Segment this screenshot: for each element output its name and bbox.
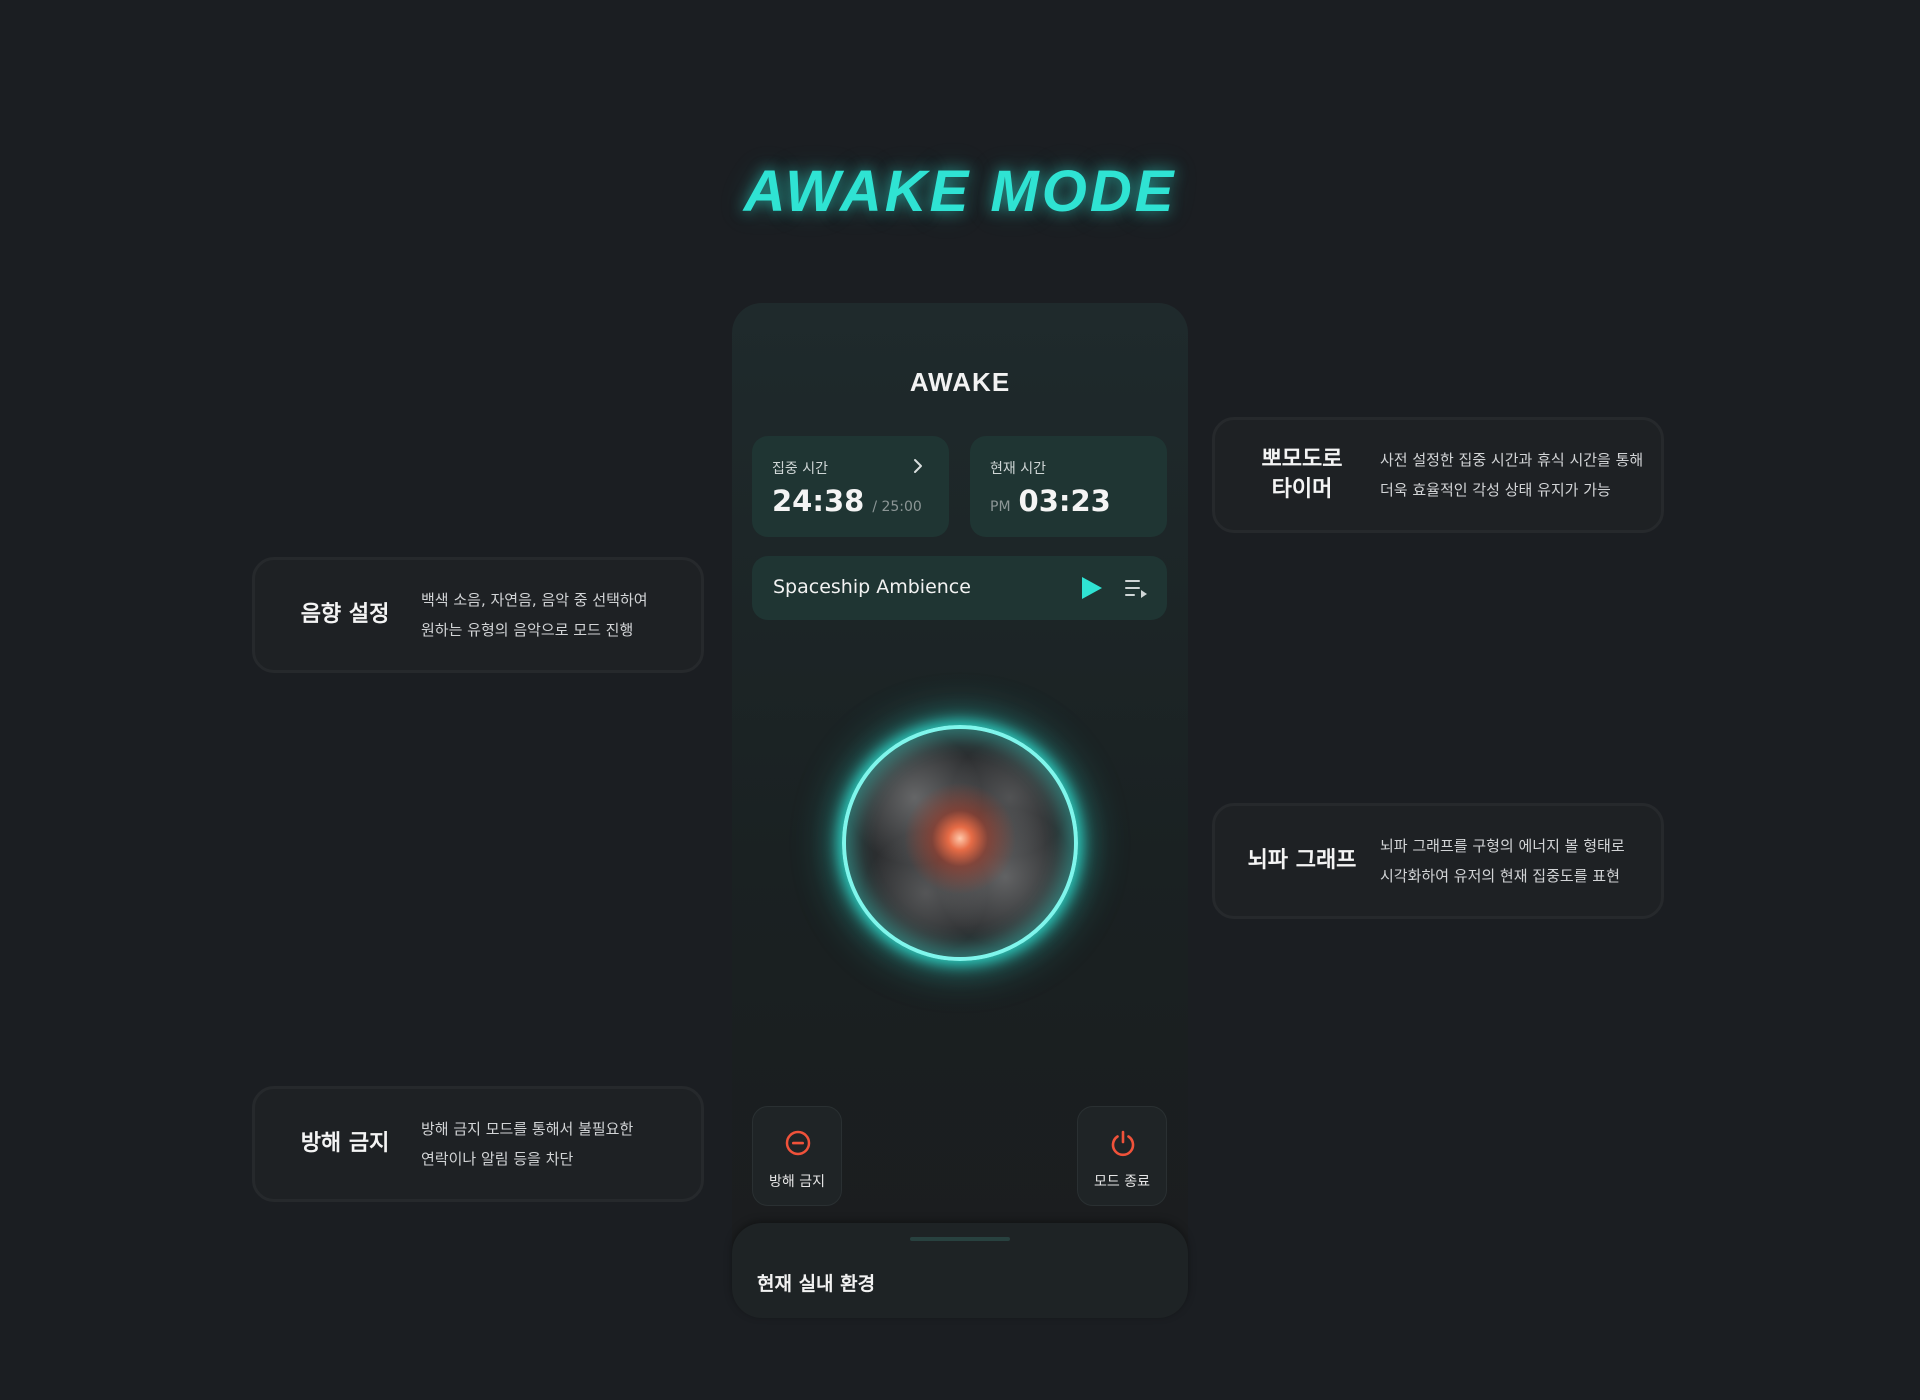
focus-time-card[interactable]: 집중 시간 24:38 / 25:00 xyxy=(752,436,949,537)
brainwave-energy-ball xyxy=(810,693,1110,993)
current-time-card: 현재 시간 PM 03:23 xyxy=(970,436,1167,537)
feature-card-brainwave: 뇌파 그래프 뇌파 그래프를 구형의 에너지 볼 형태로 시각화하여 유저의 현… xyxy=(1212,803,1664,919)
current-time-ampm: PM xyxy=(990,499,1011,515)
page-title: AWAKE MODE xyxy=(743,159,1177,224)
feature-title: 뇌파 그래프 xyxy=(1247,848,1357,873)
power-icon xyxy=(1111,1130,1135,1157)
feature-title: 음향 설정 xyxy=(300,602,390,627)
current-time-clock: 03:23 xyxy=(1018,484,1111,518)
feature-description: 뇌파 그래프를 구형의 에너지 볼 형태로 시각화하여 유저의 현재 집중도를 … xyxy=(1380,837,1625,885)
bottom-sheet[interactable]: 현재 실내 환경 xyxy=(732,1223,1188,1318)
feature-card-sound: 음향 설정 백색 소음, 자연음, 음악 중 선택하여 원하는 유형의 음악으로… xyxy=(252,557,704,673)
chevron-right-icon[interactable] xyxy=(908,456,928,476)
focus-time-elapsed: 24:38 xyxy=(772,484,865,518)
music-player[interactable]: Spaceship Ambience xyxy=(752,556,1167,620)
feature-description: 백색 소음, 자연음, 음악 중 선택하여 원하는 유형의 음악으로 모드 진행 xyxy=(421,591,648,639)
end-mode-label: 모드 종료 xyxy=(1094,1174,1150,1190)
do-not-disturb-label: 방해 금지 xyxy=(769,1174,825,1190)
focus-time-label: 집중 시간 xyxy=(772,461,828,477)
feature-description: 방해 금지 모드를 통해서 불필요한 연락이나 알림 등을 차단 xyxy=(421,1120,634,1168)
feature-title: 방해 금지 xyxy=(300,1131,390,1156)
current-time-value: PM 03:23 xyxy=(990,484,1111,518)
app-logo: AWAKE xyxy=(909,367,1011,397)
do-not-disturb-icon xyxy=(785,1130,811,1156)
do-not-disturb-button[interactable]: 방해 금지 xyxy=(752,1106,842,1206)
bottom-sheet-title: 현재 실내 환경 xyxy=(757,1273,876,1295)
focus-time-total: / 25:00 xyxy=(872,499,922,515)
energy-ball xyxy=(842,725,1078,961)
playlist-icon[interactable] xyxy=(1123,576,1149,600)
music-track-title: Spaceship Ambience xyxy=(773,576,971,598)
play-icon[interactable] xyxy=(1079,574,1105,602)
feature-title: 뽀모도로 타이머 xyxy=(1261,447,1343,502)
phone-screen: AWAKE 집중 시간 24:38 / 25:00 현재 시간 PM 03:23 S… xyxy=(732,303,1188,1318)
focus-time-value: 24:38 / 25:00 xyxy=(772,484,922,518)
feature-card-pomodoro: 뽀모도로 타이머 사전 설정한 집중 시간과 휴식 시간을 통해 더욱 효율적인… xyxy=(1212,417,1664,533)
current-time-label: 현재 시간 xyxy=(990,461,1046,477)
feature-card-dnd: 방해 금지 방해 금지 모드를 통해서 불필요한 연락이나 알림 등을 차단 xyxy=(252,1086,704,1202)
feature-description: 사전 설정한 집중 시간과 휴식 시간을 통해 더욱 효율적인 각성 상태 유지… xyxy=(1380,451,1644,499)
bottom-sheet-handle[interactable] xyxy=(910,1237,1010,1241)
end-mode-button[interactable]: 모드 종료 xyxy=(1077,1106,1167,1206)
